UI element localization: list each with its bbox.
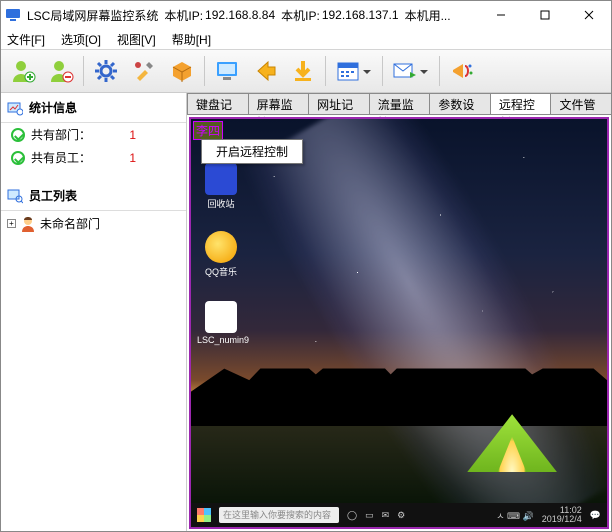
ip2-value: 192.168.137.1 — [322, 8, 405, 22]
menu-file[interactable]: 文件[F] — [5, 30, 47, 49]
settings-button[interactable] — [88, 53, 124, 89]
mail-dropdown[interactable] — [387, 53, 435, 89]
titlebar: LSC局域网屏幕监控系统 本机IP: 192.168.8.84 本机IP: 19… — [1, 1, 611, 29]
menu-options[interactable]: 选项[O] — [59, 30, 103, 49]
employee-list-header: 员工列表 — [1, 183, 186, 211]
emp-label: 共有员工： — [31, 149, 91, 166]
tree-root-node[interactable]: + 未命名部门 — [7, 215, 180, 232]
stats-icon — [7, 100, 23, 116]
tab-files[interactable]: 文件管理 — [550, 93, 611, 114]
user-avatar-icon — [20, 216, 36, 232]
user-label: 本机用... — [405, 7, 457, 24]
emp-count: 1 — [129, 151, 176, 165]
menubar: 文件[F] 选项[O] 视图[V] 帮助[H] — [1, 29, 611, 49]
tab-bar: 键盘记录 屏幕监控 网址记录 流量监控 参数设置 远程控制 文件管理 — [187, 93, 611, 115]
tab-url[interactable]: 网址记录 — [308, 93, 370, 114]
context-menu-item-start-remote[interactable]: 开启远程控制 — [201, 139, 303, 164]
sidebar: 统计信息 共有部门： 1 共有员工： 1 员工列表 + 未命名部门 — [1, 93, 187, 531]
broadcast-button[interactable] — [444, 53, 480, 89]
remote-screen-thumb[interactable]: 回收站 QQ音乐 LSC_numin9 在这里输入你要搜索的内容 ◯▭✉⚙ ㅅ … — [189, 117, 609, 529]
minimize-button[interactable] — [479, 1, 523, 29]
app-icon — [5, 7, 21, 23]
ip1-value: 192.168.8.84 — [205, 8, 281, 22]
menu-view[interactable]: 视图[V] — [115, 30, 158, 49]
tab-screen[interactable]: 屏幕监控 — [248, 93, 310, 114]
calendar-dropdown[interactable] — [330, 53, 378, 89]
toolbar — [1, 49, 611, 93]
close-button[interactable] — [567, 1, 611, 29]
remote-desktop-icon: LSC_numin9 — [197, 301, 245, 345]
employee-tree[interactable]: + 未命名部门 — [1, 211, 186, 236]
expand-icon[interactable]: + — [7, 219, 16, 228]
package-button[interactable] — [164, 53, 200, 89]
tab-pane-remote: 回收站 QQ音乐 LSC_numin9 在这里输入你要搜索的内容 ◯▭✉⚙ ㅅ … — [187, 115, 611, 531]
remote-desktop-icon: 回收站 — [197, 163, 245, 210]
stats-title: 统计信息 — [29, 99, 77, 116]
windows-start-icon — [197, 508, 211, 522]
remote-search-box: 在这里输入你要搜索的内容 — [219, 507, 339, 523]
tab-params[interactable]: 参数设置 — [429, 93, 491, 114]
stats-emp-row: 共有员工： 1 — [1, 146, 186, 169]
maximize-button[interactable] — [523, 1, 567, 29]
download-button[interactable] — [285, 53, 321, 89]
tab-remote[interactable]: 远程控制 — [490, 93, 552, 114]
ip2-label: 本机IP: — [281, 7, 326, 24]
remote-date: 2019/12/4 — [542, 515, 582, 524]
stats-dept-row: 共有部门： 1 — [1, 123, 186, 146]
remove-user-button[interactable] — [43, 53, 79, 89]
check-icon — [11, 128, 25, 142]
tab-keylog[interactable]: 键盘记录 — [187, 93, 249, 114]
remote-taskbar: 在这里输入你要搜索的内容 ◯▭✉⚙ ㅅ ⌨ 🔊 11:02 2019/12/4 … — [191, 503, 607, 527]
search-user-icon — [7, 188, 23, 204]
employee-list-title: 员工列表 — [29, 187, 77, 204]
dept-label: 共有部门： — [31, 126, 91, 143]
back-button[interactable] — [247, 53, 283, 89]
tools-button[interactable] — [126, 53, 162, 89]
main-panel: 键盘记录 屏幕监控 网址记录 流量监控 参数设置 远程控制 文件管理 回收站 Q… — [187, 93, 611, 531]
menu-help[interactable]: 帮助[H] — [170, 30, 213, 49]
monitor-button[interactable] — [209, 53, 245, 89]
check-icon — [11, 151, 25, 165]
dept-count: 1 — [129, 128, 176, 142]
remote-desktop-icon: QQ音乐 — [197, 231, 245, 278]
ip1-label: 本机IP: — [164, 7, 209, 24]
tab-traffic[interactable]: 流量监控 — [369, 93, 431, 114]
add-user-button[interactable] — [5, 53, 41, 89]
stats-header: 统计信息 — [1, 95, 186, 123]
app-title: LSC局域网屏幕监控系统 — [27, 7, 164, 24]
remote-user-label: 李四 — [193, 121, 223, 140]
tree-root-label: 未命名部门 — [40, 215, 100, 232]
